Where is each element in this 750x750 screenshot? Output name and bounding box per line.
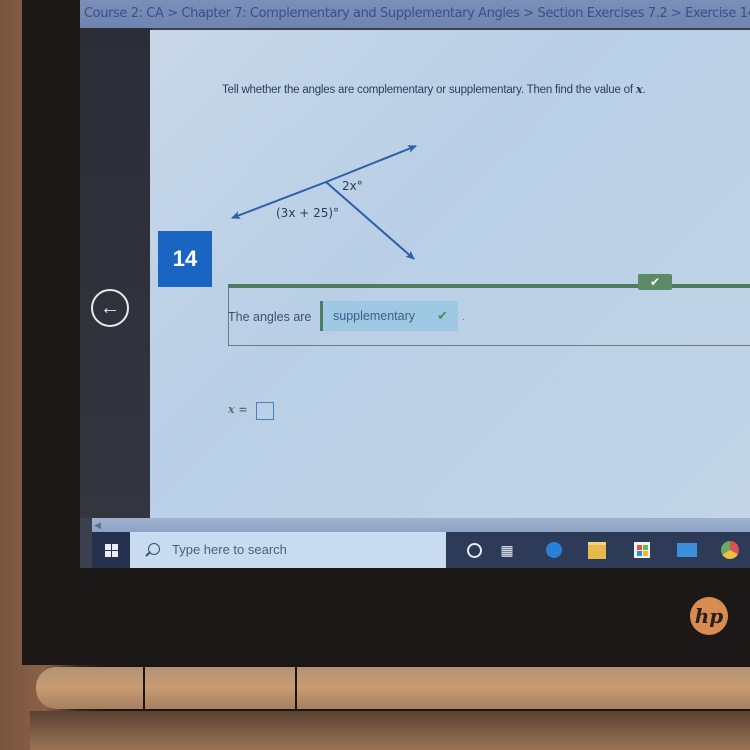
angle-label-3x-plus-25: (3x + 25)° bbox=[276, 206, 339, 220]
selected-value: supplementary bbox=[333, 309, 415, 323]
answer-label: The angles are bbox=[228, 310, 312, 324]
chrome-icon[interactable] bbox=[720, 540, 740, 560]
angle-type-dropdown[interactable]: supplementary ✔ bbox=[320, 301, 458, 331]
hinge-seam bbox=[143, 667, 145, 711]
mail-icon[interactable] bbox=[677, 540, 697, 560]
edge-icon[interactable] bbox=[544, 540, 564, 560]
hinge-seam bbox=[295, 667, 297, 711]
start-button[interactable] bbox=[92, 532, 130, 568]
exercise-number-badge: 14 bbox=[158, 231, 212, 287]
windows-start-icon bbox=[104, 543, 118, 557]
search-icon bbox=[148, 543, 160, 555]
answer-period: . bbox=[462, 312, 465, 323]
checkmark-icon: ✔ bbox=[437, 308, 448, 323]
horizontal-scrollbar[interactable] bbox=[92, 518, 750, 532]
ray-upper-right bbox=[325, 145, 417, 183]
taskbar-search[interactable]: Type here to search bbox=[130, 532, 446, 568]
file-explorer-icon[interactable] bbox=[587, 540, 607, 560]
search-placeholder: Type here to search bbox=[172, 542, 287, 557]
checkmark-icon: ✔ bbox=[649, 275, 661, 289]
ray-lower-right bbox=[325, 181, 415, 260]
left-nav-rail: ← bbox=[80, 28, 152, 518]
hp-logo: hp bbox=[690, 597, 728, 635]
back-button[interactable]: ← bbox=[91, 289, 129, 327]
scroll-left-icon[interactable]: ◀ bbox=[94, 518, 101, 532]
x-label: x = bbox=[228, 403, 248, 416]
screen: Course 2: CA > Chapter 7: Complementary … bbox=[80, 0, 750, 568]
angle-diagram: 2x° (3x + 25)° bbox=[231, 145, 417, 260]
angle-label-2x: 2x° bbox=[342, 179, 363, 193]
x-value-input[interactable] bbox=[256, 402, 274, 420]
taskbar: Type here to search ▦ bbox=[92, 532, 750, 568]
cortana-icon[interactable] bbox=[464, 540, 484, 560]
laptop-base bbox=[30, 711, 750, 750]
store-icon[interactable] bbox=[632, 540, 652, 560]
exercise-content: Tell whether the angles are complementar… bbox=[150, 30, 750, 518]
correct-badge: ✔ bbox=[638, 274, 672, 290]
breadcrumb[interactable]: Course 2: CA > Chapter 7: Complementary … bbox=[80, 0, 750, 28]
arrow-left-icon: ← bbox=[100, 296, 120, 319]
task-view-icon[interactable]: ▦ bbox=[497, 540, 517, 560]
